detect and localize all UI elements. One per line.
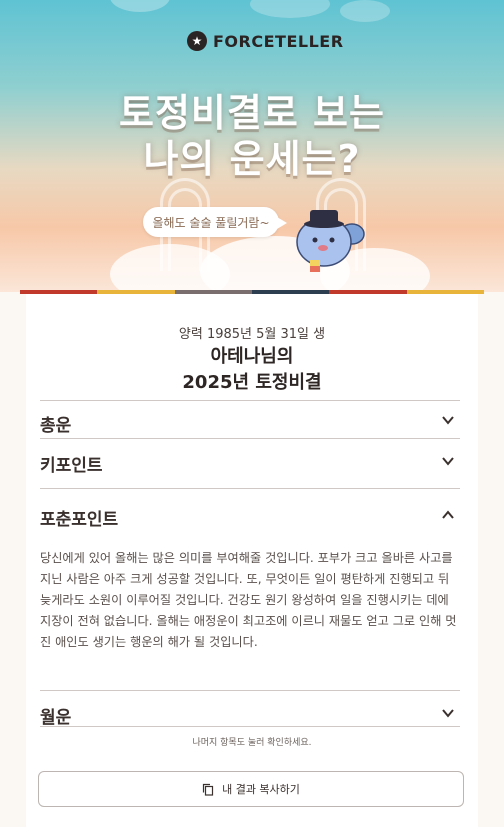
- section-divider: [40, 726, 460, 727]
- copy-result-button[interactable]: 내 결과 복사하기: [38, 771, 464, 807]
- cloud-decoration: [110, 0, 170, 12]
- cloud-decoration: [340, 0, 390, 22]
- speech-bubble: 올해도 술술 풀릴거람~: [143, 207, 287, 237]
- birth-date: 양력 1985년 5월 31일 생: [178, 327, 326, 342]
- hint-text: 나머지 항목도 눌러 확인하세요.: [192, 738, 312, 748]
- result-title: 2025년 토정비결: [182, 372, 322, 393]
- section-fortune-point[interactable]: 포춘포인트: [40, 488, 460, 541]
- hero-title-line2: 나의 운세는?: [143, 137, 361, 181]
- copy-icon: [202, 783, 214, 796]
- section-label: 키포인트: [40, 456, 103, 476]
- result-card: 양력 1985년 5월 31일 생 아테나님의 2025년 토정비결 총운 키포…: [26, 294, 478, 827]
- fortune-point-content: 당신에게 있어 올해는 많은 의미를 부여해줄 것입니다. 포부가 크고 올바른…: [40, 551, 457, 649]
- chevron-up-icon: [442, 510, 454, 519]
- cloud-decoration: [250, 0, 330, 18]
- result-name: 아테나님의: [210, 346, 294, 367]
- section-label: 월운: [40, 708, 72, 728]
- section-label: 포춘포인트: [40, 510, 119, 530]
- copy-button-label: 내 결과 복사하기: [222, 783, 300, 796]
- brand-name: FORCETELLER: [213, 31, 344, 51]
- section-label: 총운: [40, 416, 72, 436]
- section-total-luck[interactable]: 총운: [40, 400, 460, 439]
- koala-mascot-icon: [296, 210, 365, 272]
- section-monthly-luck[interactable]: 월운: [40, 690, 460, 728]
- hero-banner: ★ FORCETELLER 토정비결로 보는 나의 운세는? 올해도 술술 풀릴…: [0, 0, 504, 292]
- chevron-down-icon: [442, 457, 454, 466]
- section-key-point[interactable]: 키포인트: [40, 438, 460, 489]
- chevron-down-icon: [442, 416, 454, 425]
- brand-logo[interactable]: ★ FORCETELLER: [187, 30, 344, 52]
- chevron-down-icon: [442, 709, 454, 718]
- star-badge-icon: ★: [187, 31, 207, 51]
